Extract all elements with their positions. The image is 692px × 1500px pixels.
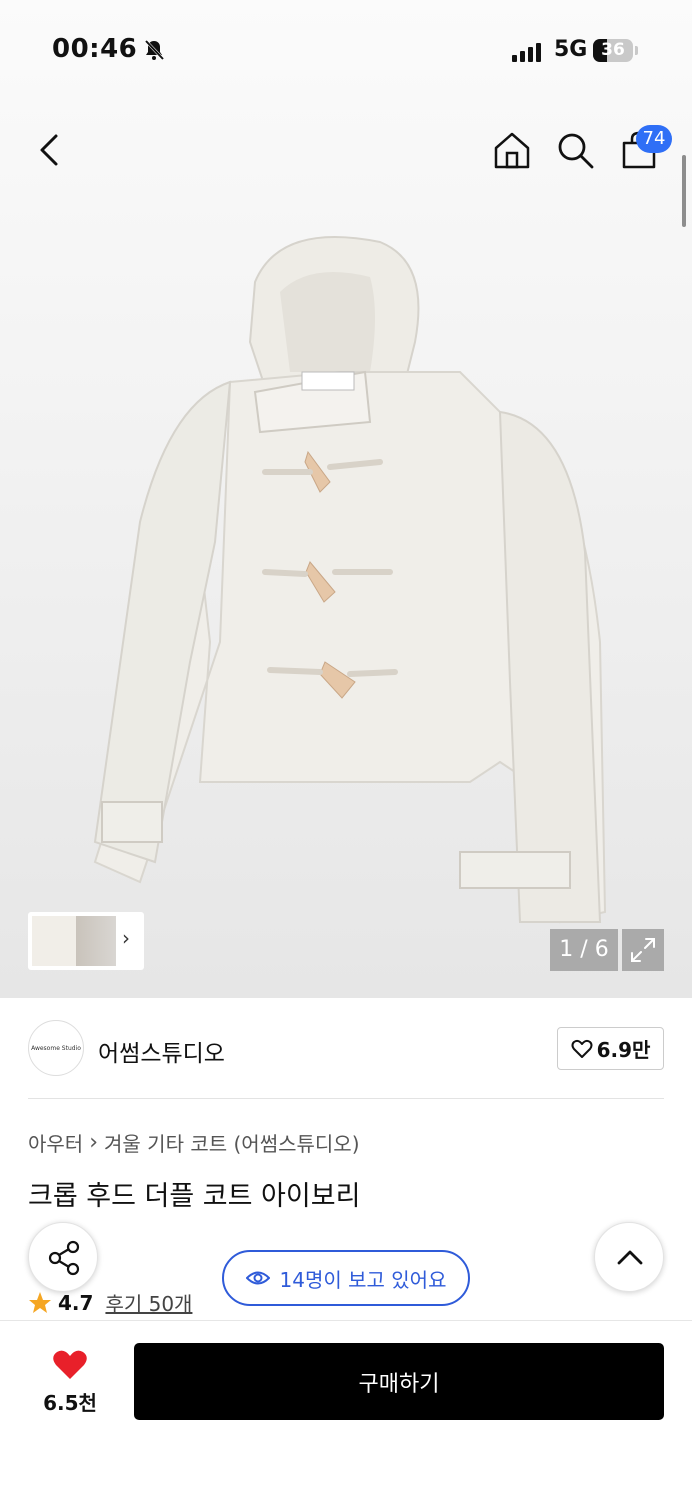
expand-icon [631, 938, 655, 962]
brand-name[interactable]: 어썸스튜디오 [98, 1034, 225, 1068]
eye-icon [245, 1271, 270, 1285]
status-bar: 00:46 5G 36 [0, 0, 692, 100]
chevron-up-icon [617, 1250, 643, 1265]
brand-logo[interactable]: Awesome Studio [28, 1020, 84, 1076]
bell-slash-icon [144, 39, 165, 61]
status-time: 00:46 [52, 34, 138, 64]
signal-icon [512, 42, 541, 62]
image-pager: 1 / 6 [550, 929, 618, 971]
heart-icon[interactable] [52, 1349, 88, 1381]
breadcrumb-subcategory[interactable]: 겨울 기타 코트 (어썸스튜디오) [104, 1128, 359, 1157]
share-button[interactable] [28, 1222, 98, 1292]
star-icon [29, 1291, 51, 1313]
bottom-action-bar: 6.5천 구매하기 [0, 1320, 692, 1500]
chevron-right-icon: › [89, 1130, 99, 1155]
breadcrumb-category[interactable]: 아우터 [28, 1128, 83, 1157]
live-viewers-pill: 14명이 보고 있어요 [222, 1250, 470, 1306]
scroll-to-top-button[interactable] [594, 1222, 664, 1292]
review-count-link[interactable]: 후기 50개 [105, 1288, 192, 1317]
thumbnail-1[interactable] [32, 916, 76, 966]
chevron-right-icon[interactable]: › [122, 926, 130, 950]
home-icon[interactable] [492, 130, 532, 170]
cart-count-badge: 74 [636, 125, 672, 153]
thumbnail-2[interactable] [76, 916, 116, 966]
product-image[interactable] [80, 222, 620, 942]
breadcrumb: 아우터 › 겨울 기타 코트 (어썸스튜디오) [28, 1128, 360, 1157]
thumbnail-strip[interactable]: › [28, 912, 144, 970]
battery-level: 36 [601, 40, 625, 60]
brand-like-count: 6.9만 [596, 1038, 651, 1062]
scrollbar[interactable] [682, 155, 686, 227]
rating-score: 4.7 [58, 1290, 94, 1315]
share-icon [48, 1240, 80, 1276]
like-count: 6.5천 [43, 1391, 97, 1415]
brand-like-button[interactable]: 6.9만 [557, 1027, 664, 1070]
divider [28, 1098, 664, 1099]
search-icon[interactable] [555, 130, 595, 170]
back-icon[interactable] [36, 132, 64, 168]
buy-button[interactable]: 구매하기 [134, 1343, 664, 1420]
heart-outline-icon [571, 1039, 593, 1058]
expand-button[interactable] [622, 929, 664, 971]
product-title: 크롭 후드 더플 코트 아이보리 [28, 1181, 361, 1212]
network-label: 5G [554, 37, 588, 62]
battery-icon: 36 [593, 39, 633, 62]
live-viewers-text: 14명이 보고 있어요 [279, 1267, 447, 1292]
